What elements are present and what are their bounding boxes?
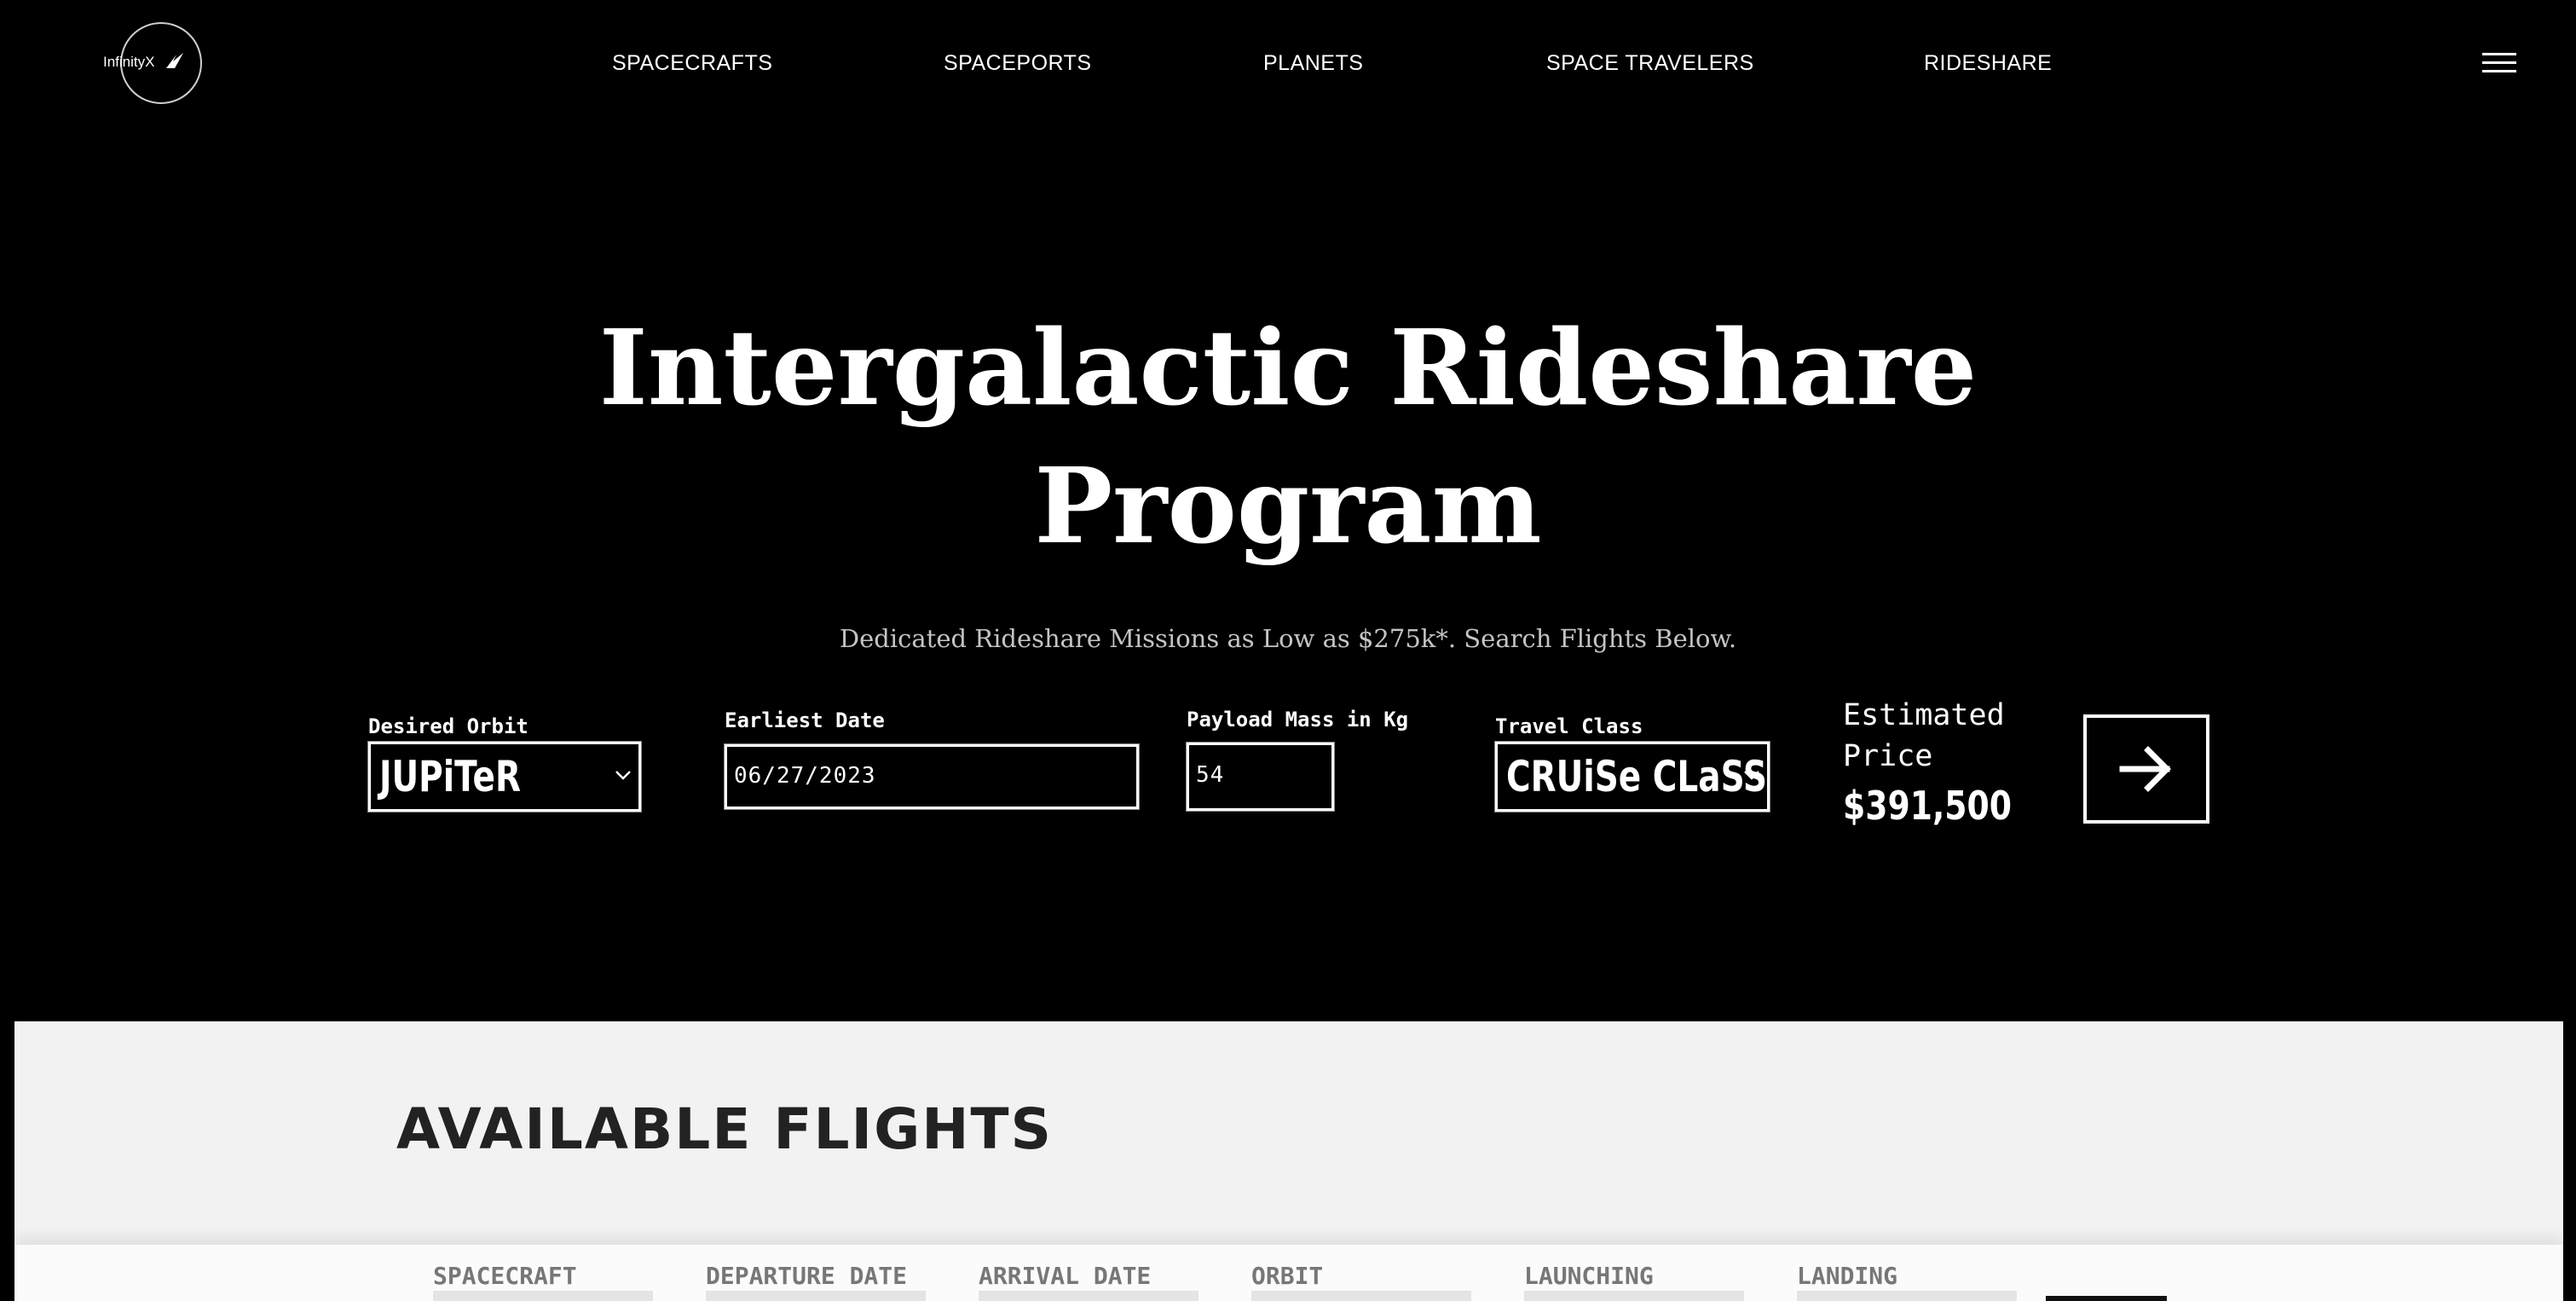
logo-text: InfinityX xyxy=(103,54,155,70)
search-flights-button[interactable] xyxy=(2083,714,2209,824)
chevron-down-icon xyxy=(615,771,631,780)
nav-item-rideshare[interactable]: RIDESHARE xyxy=(1924,51,2052,76)
travel-class-select-value: CRUiSe CLaSS xyxy=(1506,752,1768,801)
page-title-line-1: Intergalactic Rideshare xyxy=(598,306,1978,429)
flights-table: SPACECRAFT DEPARTURE DATE ARRIVAL DATE O… xyxy=(14,1245,2563,1301)
hero-subtitle: Dedicated Rideshare Missions as Low as $… xyxy=(839,624,1737,653)
date-input[interactable]: 06/27/2023 xyxy=(725,744,1139,809)
column-header-orbit[interactable]: ORBIT xyxy=(1251,1262,1323,1290)
hamburger-icon[interactable] xyxy=(2482,53,2516,75)
logo-mark-icon xyxy=(166,53,183,68)
column-header-launching[interactable]: LAUNCHING xyxy=(1524,1262,1654,1290)
page-title: Intergalactic Rideshare Program xyxy=(0,298,2576,575)
orbit-label: Desired Orbit xyxy=(368,714,528,738)
logo[interactable]: InfinityX xyxy=(103,22,202,104)
nav-item-spaceports[interactable]: SPACEPORTS xyxy=(944,51,1092,76)
travel-class-select[interactable]: CRUiSe CLaSS xyxy=(1495,742,1770,812)
table-cell-placeholder xyxy=(1251,1291,1471,1301)
table-cell-placeholder xyxy=(1797,1291,2017,1301)
available-flights-section: AVAILABLE FLIGHTS SPACECRAFT DEPARTURE D… xyxy=(14,1021,2563,1301)
column-header-spacecraft[interactable]: SPACECRAFT xyxy=(433,1262,577,1290)
column-header-arrival-date[interactable]: ARRIVAL DATE xyxy=(979,1262,1151,1290)
table-cell-placeholder xyxy=(1524,1291,1744,1301)
column-header-departure-date[interactable]: DEPARTURE DATE xyxy=(706,1262,907,1290)
nav-item-space-travelers[interactable]: SPACE TRAVELERS xyxy=(1546,51,1754,76)
date-input-value: 06/27/2023 xyxy=(734,763,876,789)
table-action-button[interactable] xyxy=(2046,1296,2167,1301)
date-label: Earliest Date xyxy=(725,708,885,732)
travel-class-label: Travel Class xyxy=(1495,714,1643,738)
estimated-price-label: Estimated Price xyxy=(1843,698,2005,773)
table-cell-placeholder xyxy=(706,1291,926,1301)
orbit-select-value: JUPiTeR xyxy=(379,752,522,801)
page-title-line-2: Program xyxy=(1034,444,1542,567)
mass-input[interactable]: 54 xyxy=(1187,743,1334,811)
arrow-right-icon xyxy=(2119,746,2171,792)
mass-label: Payload Mass in Kg xyxy=(1187,708,1409,731)
mass-input-value: 54 xyxy=(1196,762,1225,788)
available-flights-heading: AVAILABLE FLIGHTS xyxy=(396,1096,1054,1162)
estimated-price-value: $391,500 xyxy=(1843,783,2013,829)
table-cell-placeholder xyxy=(433,1291,653,1301)
table-cell-placeholder xyxy=(979,1291,1198,1301)
nav-item-spacecrafts[interactable]: SPACECRAFTS xyxy=(612,51,772,76)
chevron-down-icon xyxy=(1744,771,1759,780)
column-header-landing[interactable]: LANDING xyxy=(1797,1262,1897,1290)
nav-item-planets[interactable]: PLANETS xyxy=(1263,51,1363,76)
top-nav: InfinityX SPACECRAFTS SPACEPORTS PLANETS… xyxy=(0,0,2576,128)
orbit-select[interactable]: JUPiTeR xyxy=(368,742,641,812)
